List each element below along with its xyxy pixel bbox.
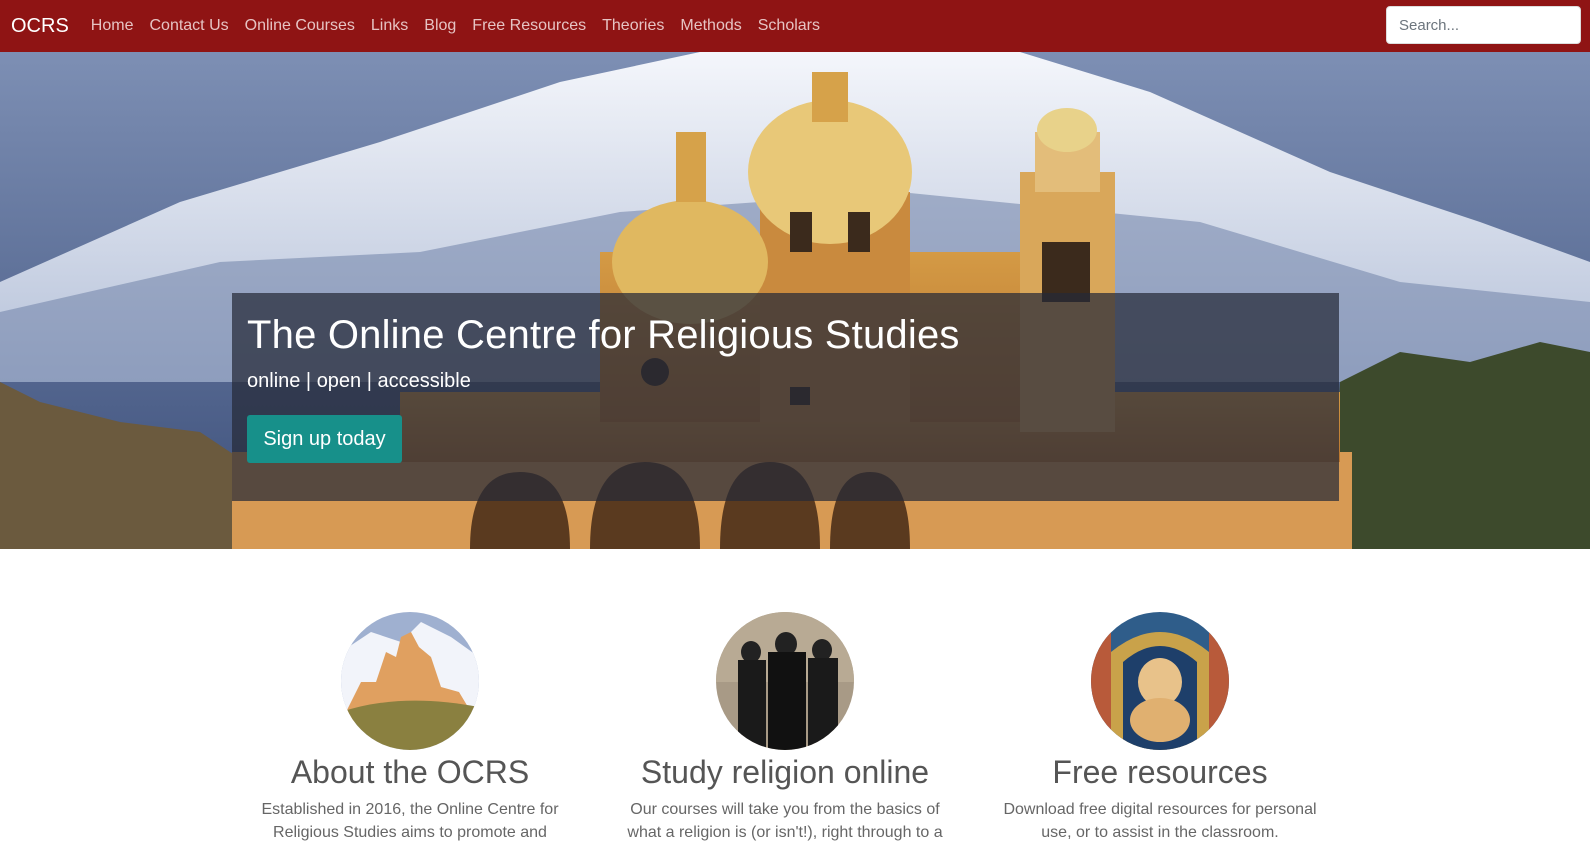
nav-link-links[interactable]: Links [363,0,416,52]
search-input[interactable] [1386,6,1581,44]
nav-link-contact-us[interactable]: Contact Us [141,0,236,52]
nav-link-theories[interactable]: Theories [594,0,672,52]
nav-menu: Home Contact Us Online Courses Links Blo… [83,0,828,52]
feature-resources: Free resources Download free digital res… [980,612,1340,844]
nav-link-online-courses[interactable]: Online Courses [237,0,363,52]
nav-link-home[interactable]: Home [83,0,142,52]
feature-heading-about: About the OCRS [290,754,530,790]
hero-banner: The Online Centre for Religious Studies … [0,52,1590,549]
feature-text-resources: Download free digital resources for pers… [1003,801,1317,841]
sign-up-button[interactable]: Sign up today [247,415,402,463]
nav-link-blog[interactable]: Blog [416,0,464,52]
study-religion-image[interactable] [716,612,854,750]
top-navbar: OCRS Home Contact Us Online Courses Link… [0,0,1590,52]
hero-title: The Online Centre for Religious Studies [247,313,960,357]
hero-caption-panel: The Online Centre for Religious Studies … [232,293,1339,501]
free-resources-image[interactable] [1091,612,1229,750]
feature-heading-study: Study religion online [640,754,930,790]
feature-heading-resources: Free resources [1052,754,1268,790]
brand-logo-link[interactable]: OCRS [11,0,69,52]
about-ocrs-logo-image[interactable] [341,612,479,750]
feature-about: About the OCRS Established in 2016, the … [230,612,590,844]
feature-text-study: Our courses will take you from the basic… [627,801,943,841]
nav-link-scholars[interactable]: Scholars [750,0,828,52]
feature-text-about: Established in 2016, the Online Centre f… [261,801,559,841]
hero-subtitle: online | open | accessible [247,370,471,392]
nav-link-methods[interactable]: Methods [672,0,749,52]
feature-study: Study religion online Our courses will t… [605,612,965,844]
nav-link-free-resources[interactable]: Free Resources [464,0,594,52]
